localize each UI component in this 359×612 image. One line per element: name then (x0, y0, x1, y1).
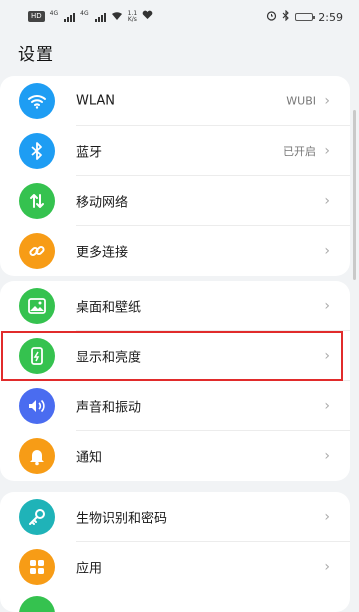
settings-item-display-brightness[interactable]: 显示和亮度 › (0, 331, 350, 381)
settings-item-value: WUBI (286, 94, 316, 108)
clock: 2:59 (318, 10, 343, 24)
settings-group-connectivity: WLAN WUBI › 蓝牙 已开启 › 移动网络 › 更多连接 › (0, 76, 350, 276)
settings-item-label: 移动网络 (76, 195, 129, 211)
settings-item-label: 应用 (76, 561, 103, 577)
chevron-right-icon: › (324, 398, 330, 414)
settings-item-wallpaper[interactable]: 桌面和壁纸 › (0, 281, 350, 331)
settings-group-display: 桌面和壁纸 › 显示和亮度 › 声音和振动 › 通知 › (0, 281, 350, 481)
settings-item-notifications[interactable]: 通知 › (0, 431, 350, 481)
settings-item-label: 更多连接 (76, 245, 129, 261)
status-bar: HD 4G 4G 1.1 K/s 2:59 (0, 0, 359, 34)
link-icon (19, 233, 55, 269)
bluetooth-status-icon (282, 9, 290, 24)
settings-item-label: 蓝牙 (76, 145, 103, 161)
heart-icon (142, 10, 153, 23)
page-title: 设置 (18, 45, 54, 65)
settings-item-apps[interactable]: 应用 › (0, 542, 350, 592)
network-speed: 1.1 K/s (127, 10, 138, 23)
chevron-right-icon: › (324, 348, 330, 364)
settings-item-biometrics-password[interactable]: 生物识别和密码 › (0, 492, 350, 542)
mobile-network-icon (19, 183, 55, 219)
settings-item-label: WLAN (76, 93, 116, 109)
bluetooth-icon (19, 133, 55, 169)
battery-icon (295, 13, 316, 21)
chevron-right-icon: › (324, 243, 330, 259)
settings-item-wlan[interactable]: WLAN WUBI › (0, 76, 350, 126)
chevron-right-icon: › (324, 448, 330, 464)
wifi-icon (19, 83, 55, 119)
chevron-right-icon: › (324, 509, 330, 525)
chevron-right-icon: › (324, 143, 330, 159)
signal-icon (94, 12, 106, 22)
settings-item-sound-vibration[interactable]: 声音和振动 › (0, 381, 350, 431)
alarm-icon (266, 10, 277, 24)
settings-item-bluetooth[interactable]: 蓝牙 已开启 › (0, 126, 350, 176)
display-icon (19, 338, 55, 374)
key-icon (19, 499, 55, 535)
apps-icon (19, 549, 55, 585)
settings-item-label: 声音和振动 (76, 400, 142, 416)
settings-item-value: 已开启 (283, 145, 316, 158)
signal-type-2: 4G (80, 10, 89, 17)
settings-item-label: 通知 (76, 450, 103, 466)
settings-group-security: 生物识别和密码 › 应用 › (0, 492, 350, 612)
signal-type-1: 4G (49, 10, 59, 17)
bell-icon (19, 438, 55, 474)
wifi-status-icon (111, 11, 123, 23)
settings-item-label: 生物识别和密码 (76, 511, 168, 527)
chevron-right-icon: › (324, 298, 330, 314)
chevron-right-icon: › (324, 93, 330, 109)
chevron-right-icon: › (324, 559, 330, 575)
hd-badge: HD (28, 11, 45, 22)
settings-item-more-connections[interactable]: 更多连接 › (0, 226, 350, 276)
status-bar-right: 2:59 (266, 9, 343, 24)
chevron-right-icon: › (324, 193, 330, 209)
sound-icon (19, 388, 55, 424)
settings-item-partial[interactable] (0, 592, 350, 612)
settings-item-label: 桌面和壁纸 (76, 300, 142, 316)
partial-item-icon (19, 596, 55, 612)
network-speed-unit: K/s (127, 15, 137, 23)
settings-item-mobile-network[interactable]: 移动网络 › (0, 176, 350, 226)
status-bar-left: HD 4G 4G 1.1 K/s (28, 10, 153, 23)
settings-item-label: 显示和亮度 (76, 350, 142, 366)
scrollbar[interactable] (353, 110, 356, 280)
wallpaper-icon (19, 288, 55, 324)
signal-icon (64, 12, 76, 22)
